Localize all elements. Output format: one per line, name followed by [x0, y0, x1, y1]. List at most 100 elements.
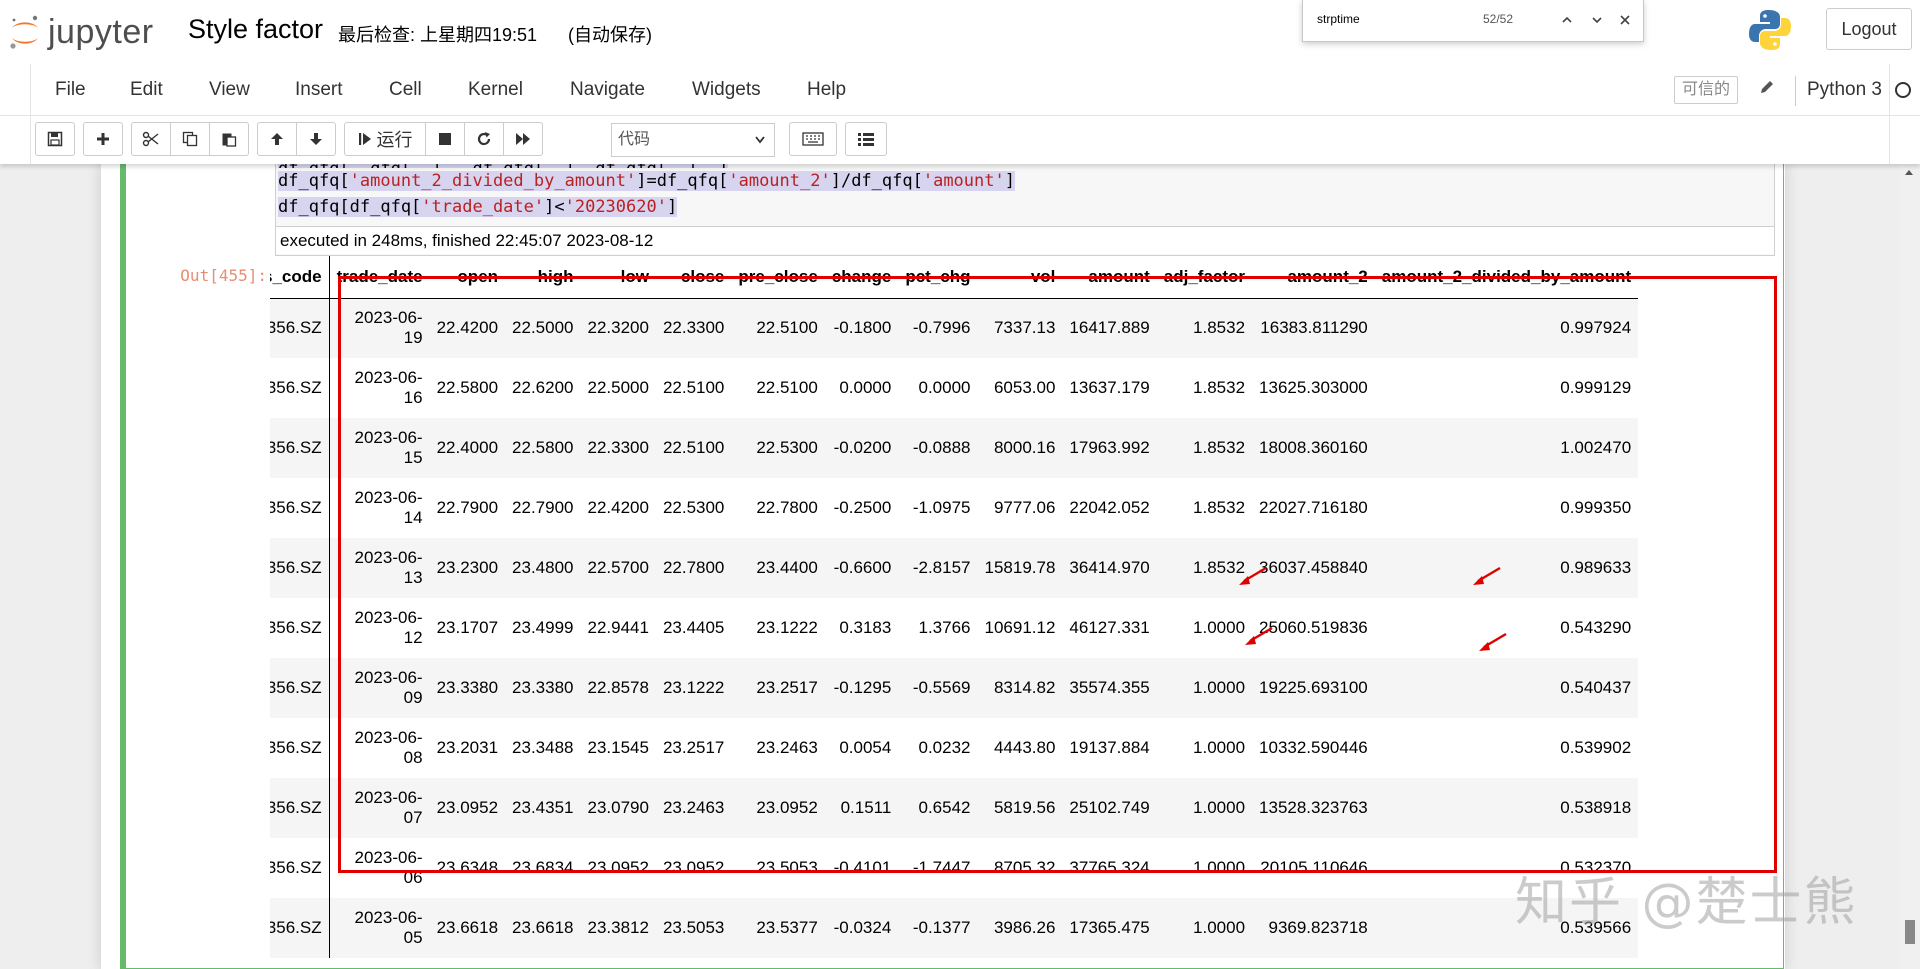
cell-amount: 19137.884	[1069, 738, 1150, 757]
copy-icon	[182, 131, 198, 147]
cell-close: 22.7800	[655, 538, 732, 598]
pencil-icon[interactable]	[1758, 78, 1776, 101]
paste-button[interactable]	[209, 122, 249, 156]
close-icon[interactable]	[1613, 8, 1637, 32]
cell-adj-factor: 1.8532	[1156, 298, 1253, 358]
column-header-open: open	[429, 256, 506, 299]
cell-close: 22.5100	[655, 418, 732, 478]
cell-vol: 9777.06	[993, 498, 1056, 517]
arrow-up-icon	[271, 133, 283, 145]
move-down-button[interactable]	[296, 122, 336, 156]
column-header-pre-close: pre_close	[731, 256, 825, 299]
table-row: 356.SZ 2023-06-09 23.3380 23.3380 22.8578 23.…	[270, 658, 1639, 718]
save-button[interactable]	[35, 122, 75, 156]
copy-button[interactable]	[170, 122, 210, 156]
checkpoint-status: 最后检查: 上星期四19:51	[338, 25, 538, 45]
cell-amount-2: 9369.823718	[1252, 898, 1375, 958]
menu-kernel[interactable]: Kernel	[468, 79, 523, 101]
menu-edit[interactable]: Edit	[130, 79, 163, 101]
cut-button[interactable]	[131, 122, 171, 156]
execution-info: executed in 248ms, finished 22:45:07 202…	[276, 226, 1774, 254]
cell-change: -0.0200	[824, 418, 899, 478]
cell-s-code: 356.SZ	[270, 658, 330, 718]
restart-run-all-button[interactable]	[503, 122, 543, 156]
menu-widgets[interactable]: Widgets	[692, 79, 761, 101]
cell-open: 22.5800	[436, 378, 499, 397]
scroll-thumb[interactable]	[1905, 920, 1915, 944]
cell-pct-chg: -1.0975	[912, 498, 971, 517]
cell-amount-2: 13528.323763	[1252, 778, 1375, 838]
restart-button[interactable]	[464, 122, 504, 156]
table-row: 356.SZ 2023-06-13 23.2300 23.4800 22.5700 22.…	[270, 538, 1639, 598]
menu-help[interactable]: Help	[807, 79, 846, 101]
scissors-icon	[142, 131, 159, 147]
cell-adj-factor: 1.0000	[1193, 618, 1246, 637]
menu-navigate[interactable]: Navigate	[570, 79, 645, 101]
kernel-name[interactable]: Python 3	[1807, 79, 1882, 101]
cell-high: 22.6200	[512, 378, 574, 397]
cell-open: 22.7900	[436, 498, 499, 517]
scroll-up-icon[interactable]	[1904, 168, 1914, 176]
interrupt-button[interactable]	[425, 122, 465, 156]
toc-button[interactable]	[845, 122, 887, 156]
cell-change: -0.0324	[824, 898, 899, 958]
insert-cell-button[interactable]	[83, 122, 123, 156]
jupyter-logo[interactable]: jupyter	[8, 10, 154, 54]
cell-pct-chg: 0.6542	[898, 778, 978, 838]
menubar: File Edit View Insert Cell Kernel Naviga…	[0, 64, 1920, 116]
cell-trade-date: 2023-06-06	[354, 848, 423, 887]
table-row: 356.SZ 2023-06-05 23.6618 23.6618 23.3812 23.…	[270, 898, 1639, 958]
table-body: 356.SZ 2023-06-19 22.4200 22.5000 22.3200 22.…	[270, 298, 1639, 958]
cell-high: 23.4351	[505, 778, 581, 838]
run-label: 运行	[376, 130, 413, 150]
python-logo-icon	[1748, 8, 1792, 57]
table-row: 356.SZ 2023-06-07 23.0952 23.4351 23.0790 23.…	[270, 778, 1639, 838]
menu-file[interactable]: File	[55, 79, 86, 101]
run-button[interactable]: 运行	[344, 122, 426, 156]
column-header-trade-date: trade_date	[329, 256, 430, 299]
vertical-scrollbar[interactable]	[1900, 164, 1920, 969]
cell-pct-chg: 1.3766	[918, 618, 971, 637]
red-arrow-icon	[1245, 626, 1273, 645]
logout-button[interactable]: Logout	[1826, 8, 1912, 50]
cell-type-value: 代码	[618, 131, 651, 148]
cell-s-code: 356.SZ	[270, 538, 330, 598]
menu-insert[interactable]: Insert	[295, 79, 343, 101]
kernel-idle-icon	[1895, 82, 1911, 98]
cell-adj-factor: 1.0000	[1156, 778, 1253, 838]
notebook-title[interactable]: Style factor	[188, 14, 323, 45]
cell-amount-2: 10332.590446	[1259, 738, 1368, 757]
cell-pre-close: 22.5100	[756, 378, 818, 397]
cell-change: 0.1511	[824, 778, 899, 838]
cell-trade-date: 2023-06-12	[354, 608, 423, 647]
cell-vol: 8705.32	[993, 858, 1056, 877]
cell-change: -0.2500	[833, 498, 892, 517]
move-up-button[interactable]	[257, 122, 297, 156]
command-palette-button[interactable]	[789, 122, 837, 156]
menu-cell[interactable]: Cell	[389, 79, 422, 101]
cell-amount-2: 20105.110646	[1260, 858, 1368, 877]
chevron-down-icon[interactable]	[1585, 8, 1609, 32]
watermark: 知乎 @楚士熊	[1515, 873, 1858, 933]
cell-change: 0.0000	[839, 378, 892, 397]
cell-low: 22.3200	[580, 298, 656, 358]
cell-vol: 5819.56	[977, 778, 1063, 838]
trusted-indicator[interactable]: 可信的	[1674, 76, 1738, 104]
table-row: 356.SZ 2023-06-06 23.6348 23.6834 23.0952 23.…	[270, 838, 1638, 898]
find-input[interactable]: strptime	[1317, 12, 1360, 26]
plus-icon	[97, 133, 109, 145]
menu-view[interactable]: View	[209, 79, 250, 101]
find-count: 52/52	[1483, 12, 1514, 26]
cell-amount-2-divided-by-amount: 0.999129	[1560, 378, 1632, 397]
keyboard-icon	[802, 132, 824, 146]
cell-open: 23.3380	[429, 658, 506, 718]
list-icon	[858, 133, 874, 146]
code-input[interactable]: df_qfq[ qfq[ ] df_qfq[ ] df_qfq[ ] ] df_…	[275, 164, 1775, 256]
cell-type-select[interactable]: 代码	[611, 123, 775, 157]
column-header-change: change	[824, 256, 899, 299]
cell-close: 23.2463	[655, 778, 732, 838]
cell-s-code: 356.SZ	[270, 718, 330, 778]
cell-low: 22.5700	[580, 538, 656, 598]
cell-high: 23.4800	[505, 538, 581, 598]
chevron-up-icon[interactable]	[1555, 8, 1579, 32]
